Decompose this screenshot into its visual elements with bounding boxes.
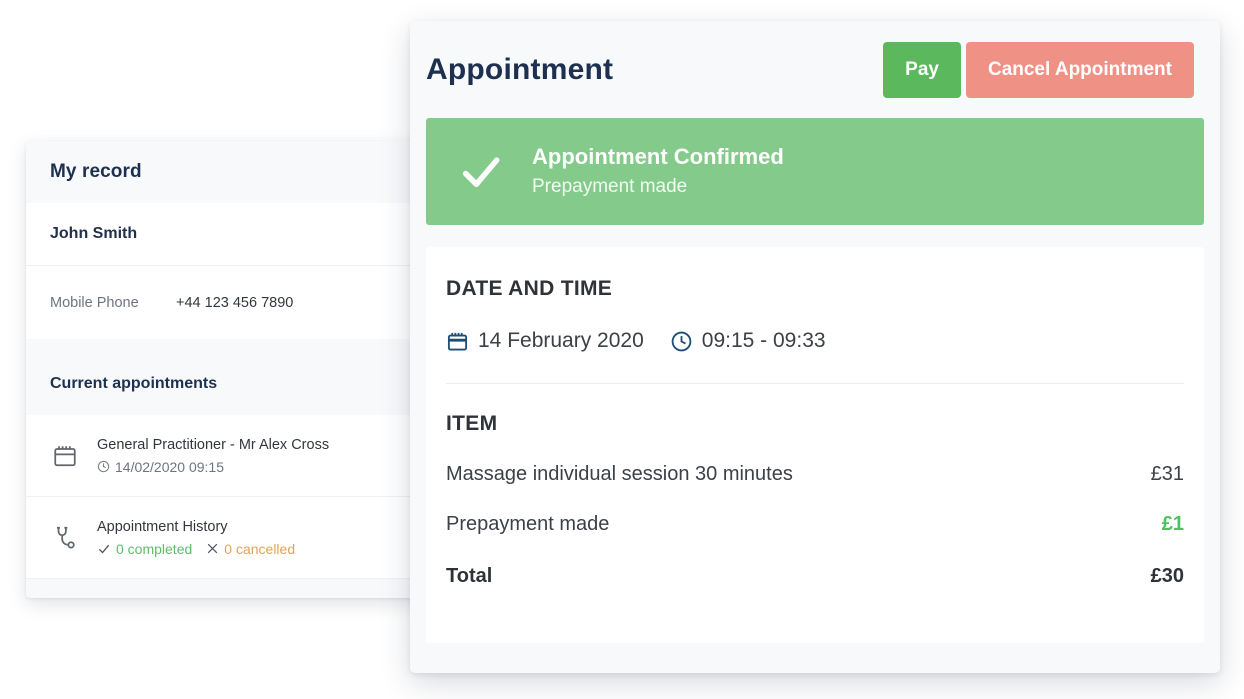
item-section-title: ITEM	[446, 412, 1184, 436]
status-banner-title: Appointment Confirmed	[532, 144, 784, 169]
phone-value: +44 123 456 7890	[176, 295, 293, 311]
my-record-title: My record	[50, 161, 142, 183]
date-time-row: 14 February 2020 09:15 - 09:33	[446, 329, 1184, 353]
item-line-row: Prepayment made £1	[446, 513, 1184, 536]
total-row: Total £30	[446, 565, 1184, 588]
item-line-row: Massage individual session 30 minutes £3…	[446, 463, 1184, 486]
item-line-amount: £1	[1162, 513, 1184, 536]
appointment-detail-card: Appointment Pay Cancel Appointment Appoi…	[410, 21, 1220, 673]
time-field: 09:15 - 09:33	[670, 329, 826, 353]
appointment-history-stats: 0 completed 0 cancelled	[97, 539, 295, 559]
current-appointments-title: Current appointments	[50, 375, 217, 393]
appointment-header: Appointment Pay Cancel Appointment	[410, 21, 1220, 118]
clock-icon	[97, 460, 110, 473]
cross-icon	[206, 542, 219, 555]
clock-icon	[670, 330, 693, 353]
stethoscope-icon	[50, 523, 80, 553]
calendar-icon	[50, 441, 80, 471]
status-banner-subtitle: Prepayment made	[532, 176, 687, 197]
phone-label: Mobile Phone	[50, 295, 176, 311]
patient-name: John Smith	[50, 225, 137, 243]
appointment-item-time: 14/02/2020 09:15	[115, 457, 224, 477]
appointment-item-text: General Practitioner - Mr Alex Cross 14/…	[97, 435, 329, 477]
check-icon	[458, 149, 504, 195]
calendar-icon	[446, 330, 469, 353]
status-banner: Appointment Confirmed Prepayment made	[426, 118, 1204, 225]
appointment-body-panel: DATE AND TIME 14 February 2020	[426, 247, 1204, 643]
page-title: Appointment	[426, 53, 613, 87]
check-icon	[97, 542, 111, 556]
appointment-actions: Pay Cancel Appointment	[883, 42, 1194, 98]
appointment-item-time-row: 14/02/2020 09:15	[97, 457, 329, 477]
appointment-history-title: Appointment History	[97, 519, 228, 535]
appointment-item-title: General Practitioner - Mr Alex Cross	[97, 437, 329, 453]
item-line-label: Prepayment made	[446, 513, 609, 536]
item-line-amount: £31	[1151, 463, 1184, 486]
date-field: 14 February 2020	[446, 329, 644, 353]
total-label: Total	[446, 565, 492, 588]
date-time-section-title: DATE AND TIME	[446, 277, 1184, 301]
cancelled-count: 0 cancelled	[224, 539, 295, 559]
pay-button[interactable]: Pay	[883, 42, 961, 98]
status-banner-text: Appointment Confirmed Prepayment made	[532, 142, 784, 201]
date-value: 14 February 2020	[478, 329, 644, 353]
item-line-label: Massage individual session 30 minutes	[446, 463, 793, 486]
total-amount: £30	[1151, 565, 1184, 588]
appointment-history-text: Appointment History 0 completed 0 cancel…	[97, 517, 295, 559]
cancel-appointment-button[interactable]: Cancel Appointment	[966, 42, 1194, 98]
completed-count: 0 completed	[116, 539, 192, 559]
section-divider	[446, 383, 1184, 384]
time-value: 09:15 - 09:33	[702, 329, 826, 353]
